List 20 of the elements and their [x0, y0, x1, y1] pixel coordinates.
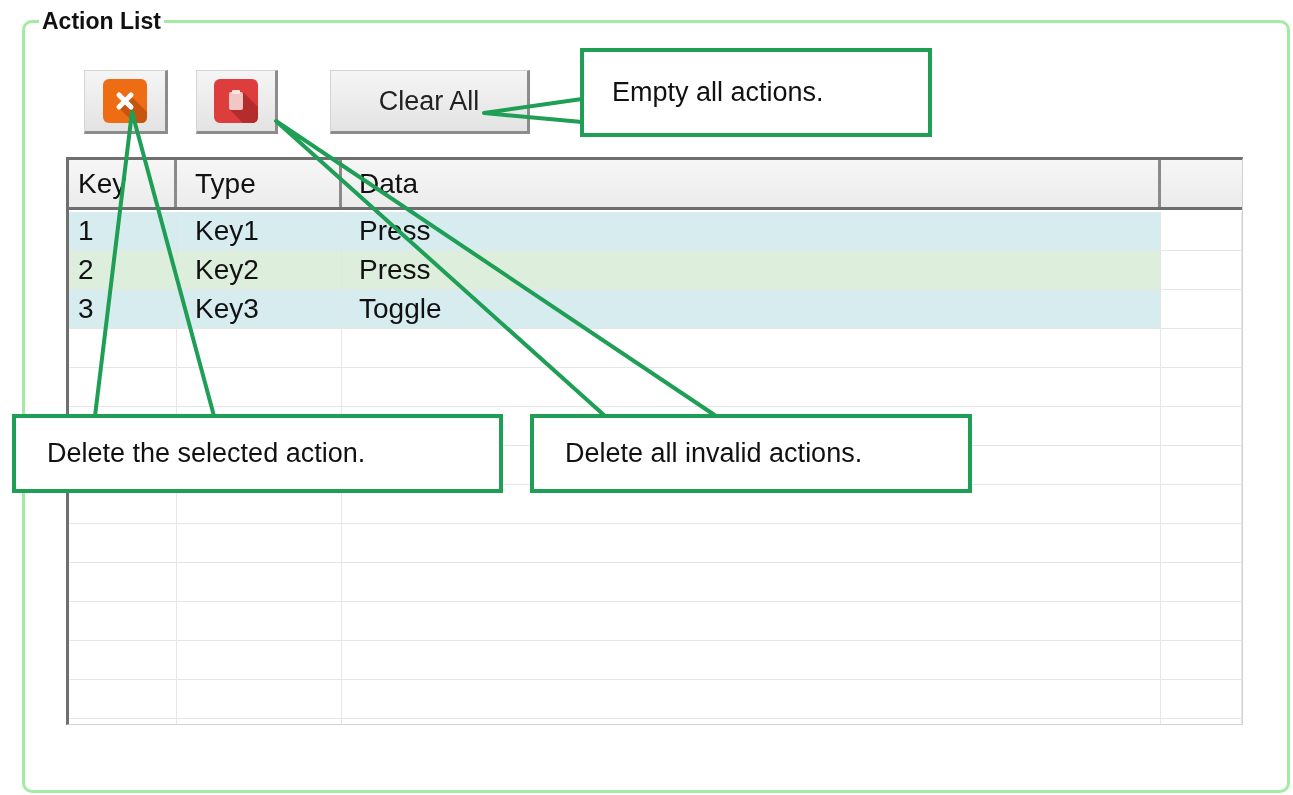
delete-invalid-button[interactable]	[196, 70, 278, 134]
table-cell: 1	[69, 212, 177, 250]
clipboard-icon	[214, 79, 258, 123]
table-row[interactable]: 3 Key3 Toggle	[69, 290, 1161, 328]
table-cell: Key3	[177, 290, 342, 328]
table-row[interactable]: 2 Key2 Press	[69, 251, 1161, 289]
table-cell: Key1	[177, 212, 342, 250]
callout: Delete all invalid actions.	[530, 414, 972, 493]
clear-all-button[interactable]: Clear All	[330, 70, 530, 134]
callout: Delete the selected action.	[12, 414, 503, 493]
callout: Empty all actions.	[580, 48, 932, 137]
table-cell: 2	[69, 251, 177, 289]
table-cell: Key2	[177, 251, 342, 289]
cross-icon	[103, 79, 147, 123]
group-title: Action List	[41, 8, 162, 34]
table-cell: Toggle	[342, 290, 1161, 328]
table-cell: 3	[69, 290, 177, 328]
delete-selected-button[interactable]	[84, 70, 168, 134]
column-header[interactable]: Type	[177, 160, 342, 207]
table-cell: Press	[342, 251, 1161, 289]
